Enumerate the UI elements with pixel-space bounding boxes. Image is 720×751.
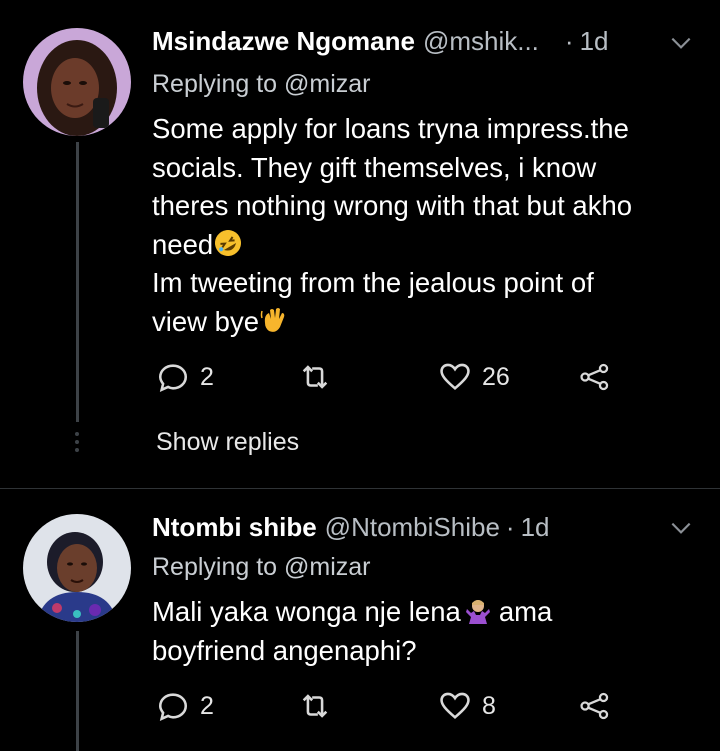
tweet-header: Ntombi shibe @NtombiShibe · 1d — [152, 512, 550, 543]
thread-line — [76, 631, 79, 751]
author-handle[interactable]: @NtombiShibe — [325, 512, 500, 543]
author-name[interactable]: Ntombi shibe — [152, 512, 317, 543]
tweet-1[interactable]: Msindazwe Ngomane @mshik... · 1d Replyin… — [0, 0, 720, 488]
replying-to[interactable]: Replying to @mizar — [152, 70, 371, 99]
retweet-icon — [302, 365, 328, 389]
avatar[interactable] — [23, 28, 131, 136]
author-handle[interactable]: @mshik... — [423, 26, 539, 57]
text-line-with-emoji: Mali yaka wonga nje lena ama — [152, 596, 553, 627]
text-line: theres nothing wrong with that but akho — [152, 190, 633, 221]
reply-count: 2 — [200, 362, 214, 391]
replying-to[interactable]: Replying to @mizar — [152, 553, 371, 582]
tweet-2[interactable]: Ntombi shibe @NtombiShibe · 1d Replying … — [0, 489, 720, 751]
show-replies-link[interactable]: Show replies — [156, 428, 299, 457]
timestamp[interactable]: 1d — [580, 26, 609, 57]
like-button[interactable]: 26 — [438, 360, 510, 394]
like-count: 26 — [482, 362, 510, 391]
text-line-with-emoji: need — [152, 226, 692, 265]
avatar[interactable] — [23, 514, 131, 622]
timestamp[interactable]: 1d — [521, 512, 550, 543]
rolling-laughing-emoji-icon — [215, 229, 242, 256]
separator: · — [564, 26, 574, 56]
text-line: boyfriend angenaphi? — [152, 634, 417, 666]
tweet-actions: 2 26 — [152, 360, 672, 400]
retweet-button[interactable] — [298, 360, 332, 394]
text-line: Im tweeting from the jealous point of — [152, 267, 594, 298]
share-icon — [580, 363, 609, 391]
reply-icon — [158, 693, 188, 721]
text-line-with-emoji: view bye — [152, 303, 692, 342]
tweet-header: Msindazwe Ngomane @mshik... · 1d — [152, 26, 609, 57]
tweet-actions: 2 8 — [152, 689, 672, 729]
chevron-down-icon[interactable] — [668, 515, 694, 541]
like-count: 8 — [482, 691, 496, 720]
chevron-down-icon[interactable] — [668, 30, 694, 56]
reply-count: 2 — [200, 691, 214, 720]
tweet-text: Mali yaka wonga nje lena ama boyfriend an… — [152, 593, 692, 670]
waving-hand-emoji-icon — [260, 307, 285, 332]
tweet-text: Some apply for loans tryna impress.the s… — [152, 110, 692, 341]
reply-icon — [158, 364, 188, 392]
thread-dots — [74, 432, 80, 456]
share-icon — [580, 692, 609, 720]
share-button[interactable] — [578, 689, 612, 723]
text-line: socials. They gift themselves, i know — [152, 151, 597, 183]
text-line: Some apply for loans tryna impress.the — [152, 113, 629, 144]
separator: · — [505, 512, 515, 542]
retweet-icon — [302, 694, 328, 718]
reply-button[interactable]: 2 — [156, 689, 214, 723]
retweet-button[interactable] — [298, 689, 332, 723]
heart-icon — [440, 363, 470, 391]
share-button[interactable] — [578, 360, 612, 394]
heart-icon — [440, 692, 470, 720]
reply-button[interactable]: 2 — [156, 360, 214, 394]
thread-line — [76, 142, 79, 422]
person-shrugging-emoji-icon — [465, 600, 490, 624]
author-name[interactable]: Msindazwe Ngomane — [152, 26, 415, 57]
like-button[interactable]: 8 — [438, 689, 496, 723]
